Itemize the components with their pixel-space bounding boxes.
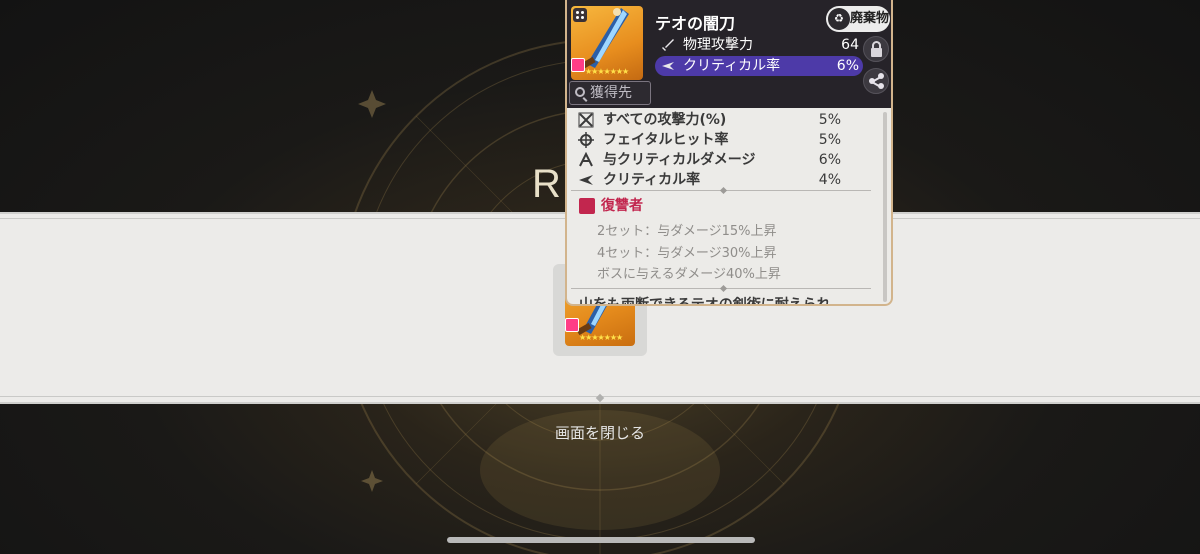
junk-button[interactable]: ♻ 廃棄物	[826, 6, 890, 32]
flavor-text: 山をも両断できるテオの剣術に耐えられ	[579, 297, 831, 306]
main-stat-row: 物理攻撃力 64	[655, 35, 863, 55]
all-attack-icon	[578, 112, 594, 128]
search-icon	[575, 87, 585, 97]
main-stat-label: 物理攻撃力	[683, 37, 753, 53]
item-icon: ★★★★★★★	[571, 6, 643, 80]
rarity-stars: ★★★★★★★	[585, 67, 629, 76]
set-title: 復讐者	[579, 196, 643, 216]
main-stat-label: クリティカル率	[683, 58, 781, 74]
sub-stat-label: すべての攻撃力(%)	[603, 112, 727, 128]
tooltip-header: ★★★★★★★ 獲得先 テオの闇刀 ♻ 廃棄物 物理攻撃力 64 クリティカル率…	[567, 0, 891, 108]
grid-icon[interactable]	[573, 8, 587, 22]
set-emblem-icon	[579, 198, 595, 214]
sub-stat-value: 5%	[818, 112, 841, 128]
crit-icon	[662, 62, 674, 70]
sub-stat-row: フェイタルヒット率 5%	[577, 130, 869, 150]
sub-stat-value: 5%	[818, 132, 841, 148]
crit-icon	[579, 175, 593, 185]
set-bonus-line: 4セット：与ダメージ30%上昇	[597, 246, 777, 261]
item-tooltip: ★★★★★★★ 獲得先 テオの闇刀 ♻ 廃棄物 物理攻撃力 64 クリティカル率…	[565, 0, 893, 306]
set-name: 復讐者	[601, 198, 643, 214]
sub-stat-label: フェイタルヒット率	[603, 132, 729, 148]
acquisition-button[interactable]: 獲得先	[569, 81, 651, 105]
set-emblem-icon	[571, 58, 585, 72]
sub-stat-row: 与クリティカルダメージ 6%	[577, 150, 869, 170]
set-bonus-line: ボスに与えるダメージ40%上昇	[597, 267, 781, 282]
sub-stats-list: すべての攻撃力(%) 5% フェイタルヒット率 5% 与クリティカルダメージ 6…	[577, 110, 869, 190]
share-button[interactable]	[863, 68, 889, 94]
lock-button[interactable]	[863, 36, 889, 62]
crit-damage-icon	[579, 152, 593, 167]
divider-diamond	[719, 284, 728, 293]
tooltip-scrollbar[interactable]	[883, 112, 887, 302]
set-bonus-line: 2セット：与ダメージ15%上昇	[597, 224, 777, 239]
acquisition-label: 獲得先	[590, 85, 632, 101]
sub-stat-value: 4%	[818, 172, 841, 188]
sub-stat-label: 与クリティカルダメージ	[603, 152, 756, 168]
sub-stat-row: すべての攻撃力(%) 5%	[577, 110, 869, 130]
main-stat-value: 6%	[836, 58, 859, 74]
item-name: テオの闇刀	[655, 14, 736, 33]
trash-icon: ♻	[828, 8, 850, 30]
sub-stat-value: 6%	[818, 152, 841, 168]
sub-stat-label: クリティカル率	[603, 172, 701, 188]
close-screen-button[interactable]: 画面を閉じる	[0, 422, 1200, 443]
sword-icon	[662, 39, 674, 51]
main-stat-value: 64	[841, 37, 859, 53]
fatal-hit-icon	[578, 132, 594, 148]
set-emblem-icon	[565, 318, 579, 332]
home-indicator	[447, 537, 755, 543]
main-stat-row-highlighted: クリティカル率 6%	[655, 56, 863, 76]
junk-label: 廃棄物	[850, 11, 890, 26]
rarity-stars: ★★★★★★★	[579, 333, 623, 342]
